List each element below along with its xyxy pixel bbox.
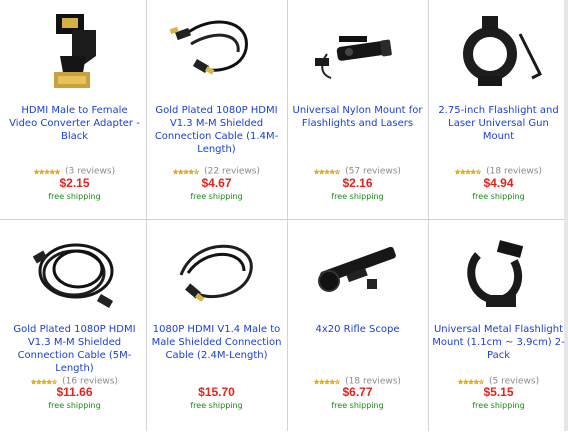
product-card: 4x20 Rifle Scope (18 reviews) $6.77 free…: [287, 221, 428, 436]
product-card: HDMI Male to Female Video Converter Adap…: [4, 0, 145, 215]
row-divider: [0, 219, 568, 220]
product-card: Universal Metal Flashlight Mount (1.1cm …: [428, 221, 568, 436]
star-icon: [46, 378, 53, 385]
star-rating-icon: [173, 168, 200, 175]
star-icon: [478, 378, 484, 385]
star-icon: [329, 168, 336, 175]
star-icon: [467, 378, 474, 385]
star-rating-icon: [33, 168, 60, 175]
star-icon: [31, 378, 37, 385]
star-icon: [183, 168, 190, 175]
star-icon: [459, 168, 466, 175]
product-card: 1080P HDMI V1.4 Male to Male Shielded Co…: [146, 221, 287, 436]
star-icon: [33, 168, 40, 175]
star-icon: [475, 168, 482, 175]
product-title-link[interactable]: HDMI Male to Female Video Converter Adap…: [7, 104, 142, 143]
product-image-hdmi-cable-coil[interactable]: [24, 225, 124, 319]
product-title-link[interactable]: Gold Plated 1080P HDMI V1.3 M-M Shielded…: [149, 104, 284, 156]
star-icon: [457, 378, 464, 385]
star-rating-icon: [314, 168, 341, 175]
product-image-hdmi-adapter[interactable]: [24, 4, 124, 98]
price: $2.16: [342, 176, 373, 190]
price: $6.77: [342, 385, 373, 399]
star-icon: [334, 378, 341, 385]
star-icon: [314, 378, 320, 385]
star-icon: [51, 378, 58, 385]
product-image-metal-mount[interactable]: [448, 225, 548, 319]
star-icon: [473, 378, 480, 385]
star-icon: [329, 378, 336, 385]
rating-row: (16 reviews): [4, 371, 145, 387]
star-rating-icon: [455, 168, 482, 175]
product-title-link[interactable]: 1080P HDMI V1.4 Male to Male Shielded Co…: [149, 323, 284, 362]
star-icon: [470, 168, 477, 175]
shipping-label: free shipping: [331, 192, 384, 201]
review-count-link[interactable]: (57 reviews): [345, 167, 401, 177]
star-icon: [462, 378, 469, 385]
product-title-link[interactable]: 4x20 Rifle Scope: [290, 323, 425, 336]
star-icon: [324, 168, 331, 175]
star-icon: [334, 168, 341, 175]
product-card: 2.75-inch Flashlight and Laser Universal…: [428, 0, 568, 215]
product-title-link[interactable]: Universal Metal Flashlight Mount (1.1cm …: [431, 323, 566, 362]
product-title-link[interactable]: Gold Plated 1080P HDMI V1.3 M-M Shielded…: [7, 323, 142, 375]
product-image-hdmi-cable-gold[interactable]: [166, 225, 266, 319]
star-icon: [49, 168, 56, 175]
price: $5.15: [483, 385, 514, 399]
product-title-link[interactable]: 2.75-inch Flashlight and Laser Universal…: [431, 104, 566, 143]
rating-row: (18 reviews): [428, 161, 568, 177]
star-icon: [173, 168, 179, 175]
star-icon: [35, 378, 42, 385]
star-icon: [38, 168, 45, 175]
star-icon: [54, 168, 60, 175]
star-icon: [41, 378, 48, 385]
shipping-label: free shipping: [190, 401, 243, 410]
star-icon: [43, 168, 50, 175]
price: $11.66: [56, 385, 93, 399]
shipping-label: free shipping: [472, 401, 525, 410]
star-icon: [465, 168, 472, 175]
product-image-gun-mount[interactable]: [448, 4, 548, 98]
shipping-label: free shipping: [48, 192, 101, 201]
product-card: Gold Plated 1080P HDMI V1.3 M-M Shielded…: [4, 221, 145, 436]
star-icon: [188, 168, 195, 175]
price: $2.15: [59, 176, 90, 190]
star-icon: [193, 168, 200, 175]
shipping-label: free shipping: [331, 401, 384, 410]
product-card: Universal Nylon Mount for Flashlights an…: [287, 0, 428, 215]
price: $4.67: [201, 176, 232, 190]
price: $4.94: [483, 176, 514, 190]
star-icon: [318, 168, 325, 175]
product-grid: HDMI Male to Female Video Converter Adap…: [0, 0, 568, 431]
product-image-flashlight-mount[interactable]: [307, 4, 407, 98]
star-icon: [324, 378, 331, 385]
star-icon: [455, 168, 461, 175]
star-icon: [177, 168, 184, 175]
review-count-link[interactable]: (22 reviews): [204, 167, 260, 177]
review-count-link[interactable]: (18 reviews): [486, 167, 542, 177]
review-count-link[interactable]: (3 reviews): [65, 167, 115, 177]
price: $15.70: [198, 385, 235, 399]
rating-row: (57 reviews): [287, 161, 428, 177]
rating-row: [146, 371, 287, 383]
product-title-link[interactable]: Universal Nylon Mount for Flashlights an…: [290, 104, 425, 130]
shipping-label: free shipping: [48, 401, 101, 410]
rating-row: (3 reviews): [4, 161, 145, 177]
rating-row: (22 reviews): [146, 161, 287, 177]
star-icon: [314, 168, 320, 175]
rating-row: (18 reviews): [287, 371, 428, 387]
product-image-hdmi-cable-short[interactable]: [166, 4, 266, 98]
rating-row: (5 reviews): [428, 371, 568, 387]
product-card: Gold Plated 1080P HDMI V1.3 M-M Shielded…: [146, 0, 287, 215]
shipping-label: free shipping: [472, 192, 525, 201]
star-icon: [318, 378, 325, 385]
shipping-label: free shipping: [190, 192, 243, 201]
product-image-rifle-scope[interactable]: [307, 225, 407, 319]
